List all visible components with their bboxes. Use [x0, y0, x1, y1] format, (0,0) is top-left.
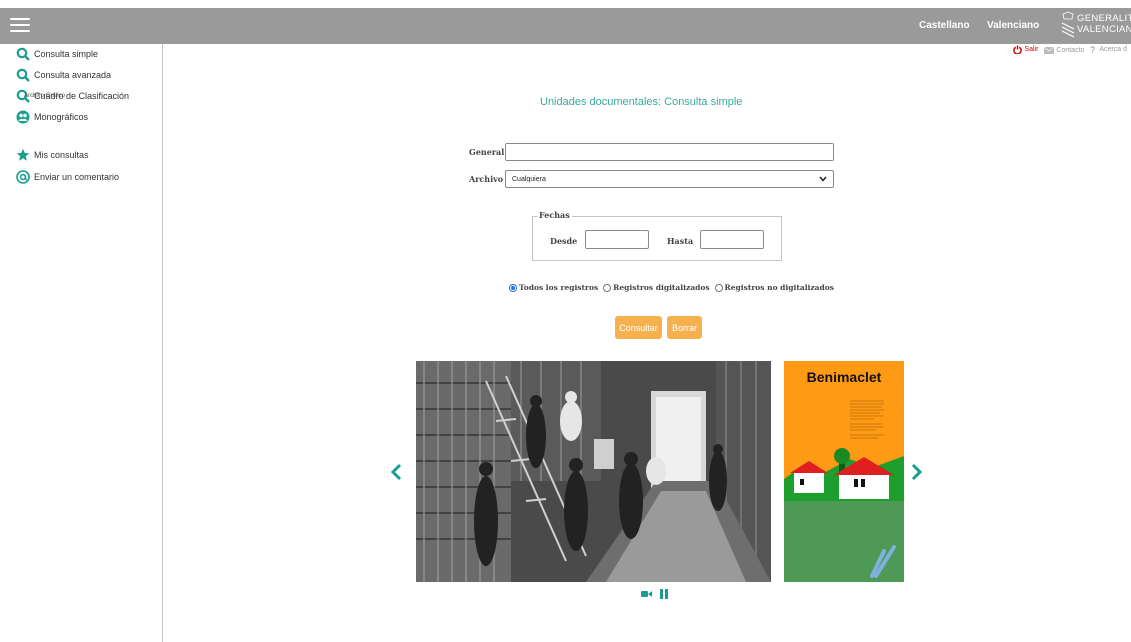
- poster-illustration: [784, 400, 904, 582]
- hasta-input[interactable]: [700, 230, 764, 249]
- radio-registros-no-digitalizados[interactable]: Registros no digitalizados: [714, 283, 834, 292]
- group-icon: [16, 110, 30, 124]
- radio-registros-digitalizados[interactable]: Registros digitalizados: [603, 283, 710, 292]
- sidebar-item-monograficos[interactable]: Monográficos: [16, 110, 88, 124]
- sidebar-item-label: Consulta simple: [34, 49, 99, 59]
- sidebar-item-consulta-avanzada[interactable]: Consulta avanzada: [16, 68, 111, 82]
- sidebar-item-label: Monográficos: [34, 112, 89, 122]
- help-icon: ?: [1090, 45, 1095, 54]
- pause-button[interactable]: [660, 589, 668, 599]
- general-input[interactable]: [505, 143, 834, 161]
- star-icon: [16, 148, 30, 162]
- desde-label: Desde: [550, 236, 578, 246]
- desde-input[interactable]: [585, 230, 649, 249]
- logout-link[interactable]: Salir: [1013, 45, 1038, 54]
- logo-line-2: VALENCIANA: [1077, 24, 1131, 35]
- language-valenciano-link[interactable]: Valenciano: [987, 20, 1039, 31]
- about-label: Acerca d: [1099, 46, 1127, 53]
- menu-icon[interactable]: [10, 18, 30, 33]
- about-link[interactable]: ? Acerca d: [1090, 45, 1127, 54]
- chevron-left-icon: [390, 463, 402, 481]
- sidebar-item-consulta-simple[interactable]: Consulta simple: [16, 47, 98, 61]
- carousel-benimaclet-poster: Benimaclet: [784, 361, 904, 582]
- carousel-archive-photo: [416, 361, 771, 582]
- sidebar-item-label: Enviar un comentario: [34, 172, 120, 182]
- mail-icon: [1044, 47, 1055, 54]
- fechas-legend: Fechas: [537, 210, 572, 220]
- carousel-next-button[interactable]: [910, 463, 924, 481]
- general-label: General: [469, 147, 505, 157]
- top-bar: Castellano Valenciano GENERALITAT VALENC…: [0, 8, 1131, 44]
- radio-label: Todos los registros: [519, 283, 599, 292]
- archive-photo-image: [416, 361, 771, 582]
- sidebar-item-enviar-comentario[interactable]: Enviar un comentario: [16, 170, 119, 184]
- archivo-grafico-label: Archivo Gráfico: [24, 93, 66, 99]
- sidebar-item-mis-consultas[interactable]: Mis consultas: [16, 148, 89, 162]
- page-title: Unidades documentales: Consulta simple: [540, 96, 743, 108]
- radio-todos-registros[interactable]: Todos los registros: [509, 283, 598, 292]
- contact-link[interactable]: Contacto: [1044, 47, 1084, 54]
- radio-dot: [509, 283, 517, 292]
- sidebar: [0, 44, 163, 642]
- archivo-select[interactable]: Cualquiera: [505, 170, 834, 188]
- svg-text:?: ?: [1090, 45, 1095, 54]
- contact-label: Contacto: [1056, 47, 1085, 54]
- carousel-controls: [641, 589, 676, 599]
- video-camera-button[interactable]: [641, 590, 652, 598]
- archivo-selected-value: Cualquiera: [512, 175, 546, 183]
- radio-dot: [714, 283, 723, 292]
- search-icon: [16, 68, 30, 82]
- radio-dot: [603, 283, 612, 292]
- utility-links: Salir Contacto ? Acerca d: [1013, 45, 1131, 56]
- chevron-down-icon: [819, 176, 827, 182]
- archivo-label: Archivo: [469, 174, 504, 184]
- search-icon: [16, 47, 30, 61]
- consultar-button[interactable]: Consultar: [615, 316, 662, 339]
- chevron-right-icon: [911, 463, 923, 481]
- pause-icon: [660, 589, 668, 599]
- registros-radio-group: Todos los registros Registros digitaliza…: [509, 283, 839, 292]
- radio-label: Registros no digitalizados: [724, 283, 834, 292]
- power-icon: [1013, 45, 1023, 54]
- sidebar-item-label: Mis consultas: [34, 150, 89, 160]
- logo-line-1: GENERALITAT: [1077, 13, 1131, 24]
- at-icon: [16, 170, 30, 184]
- borrar-button[interactable]: Borrar: [667, 316, 702, 339]
- radio-label: Registros digitalizados: [613, 283, 710, 292]
- hasta-label: Hasta: [667, 236, 694, 246]
- carousel-prev-button[interactable]: [389, 463, 403, 481]
- video-camera-icon: [641, 591, 652, 597]
- coat-of-arms-icon: [1061, 11, 1075, 38]
- language-castellano-link[interactable]: Castellano: [919, 20, 970, 31]
- logout-label: Salir: [1024, 46, 1039, 53]
- sidebar-item-label: Consulta avanzada: [34, 70, 112, 80]
- generalitat-logo: GENERALITAT VALENCIANA: [1060, 11, 1131, 41]
